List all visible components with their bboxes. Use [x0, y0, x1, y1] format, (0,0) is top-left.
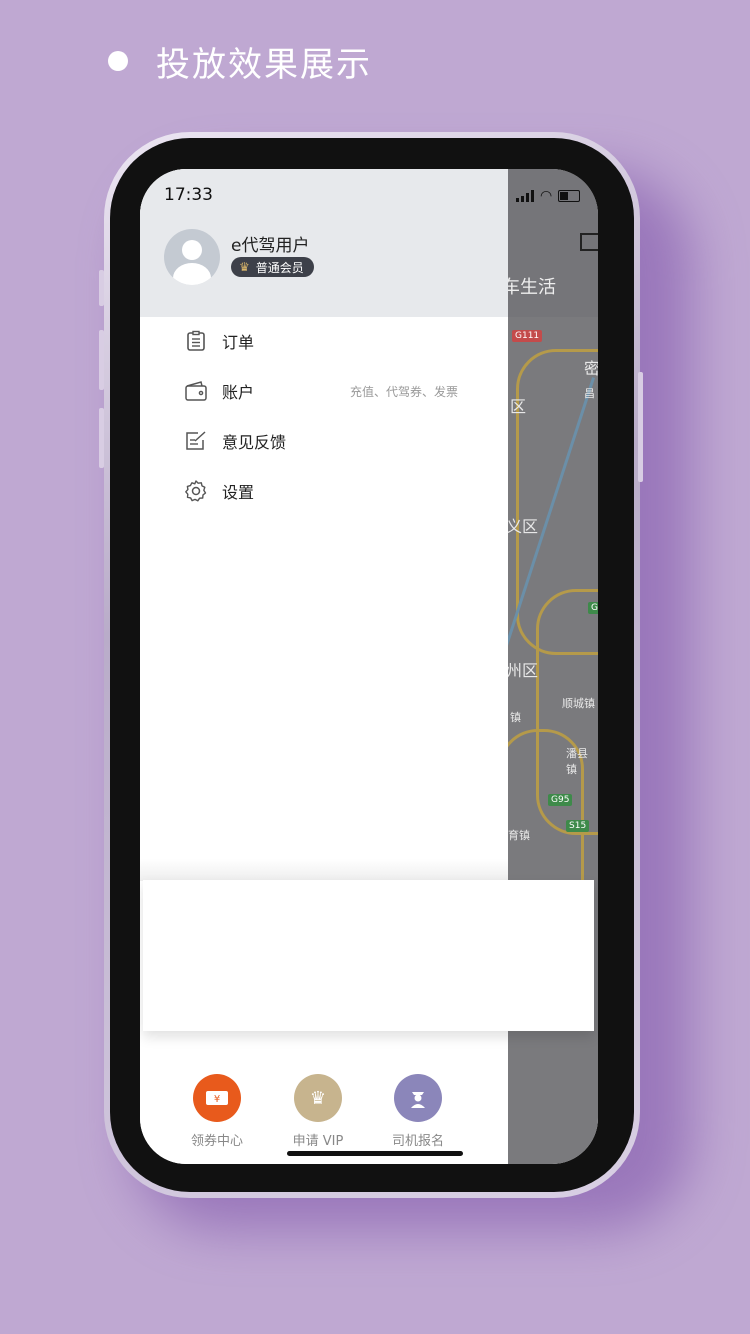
map-label: 州区 — [508, 661, 539, 680]
phone-screen: 车生活 G111 G95 S15 G 密 昌 区 义区 州区 顺城镇 镇 潘县镇… — [140, 169, 598, 1164]
map-label: 顺城镇 — [562, 697, 595, 710]
map-label: 区 — [510, 397, 527, 416]
page-heading: 投放效果展示 — [108, 38, 372, 85]
drawer-fade — [140, 859, 508, 881]
bottom-nav-label: 领券中心 — [190, 1134, 243, 1149]
map-label: 义区 — [508, 517, 539, 536]
avatar[interactable] — [164, 229, 220, 285]
map-shield: G111 — [512, 330, 543, 342]
signal-icon — [516, 190, 534, 202]
map-label: 昌 — [584, 387, 595, 400]
bottom-nav-label: 申请 VIP — [292, 1134, 344, 1149]
list-icon — [184, 329, 208, 353]
side-button — [638, 372, 643, 482]
coupon-icon: ¥ — [193, 1074, 241, 1122]
wifi-icon: ◠ — [540, 188, 553, 204]
map-label: 密 — [584, 359, 598, 378]
map-header-text: 车生活 — [508, 277, 556, 298]
crown-icon: ♛ — [239, 260, 250, 274]
wallet-icon — [184, 379, 208, 403]
user-name[interactable]: e代驾用户 — [231, 231, 309, 256]
blank-overlay-card — [143, 880, 594, 1031]
bottom-nav-label: 司机报名 — [391, 1134, 444, 1149]
menu-item-label: 账户 — [222, 383, 255, 402]
side-button — [99, 408, 104, 468]
menu-item-label: 意见反馈 — [222, 433, 287, 452]
driver-icon — [394, 1074, 442, 1122]
member-badge-label: 普通会员 — [255, 260, 304, 275]
heading-title: 投放效果展示 — [156, 44, 372, 85]
menu-item-hint: 充值、代驾券、发票 — [349, 384, 458, 399]
bottom-nav-vip[interactable]: ♛ 申请 VIP — [278, 1074, 358, 1149]
menu-item-label: 订单 — [222, 333, 255, 352]
map-shield: G — [588, 602, 598, 614]
map-shield: G95 — [548, 794, 573, 806]
message-icon[interactable] — [580, 233, 598, 251]
side-button — [99, 330, 104, 390]
bullet-dot — [108, 51, 128, 71]
map-label: 潘县镇 — [566, 747, 588, 776]
map-label: 镇 — [510, 711, 521, 724]
avatar-head — [182, 240, 202, 260]
avatar-body — [173, 263, 211, 285]
menu-item-orders[interactable]: 订单 — [140, 316, 508, 366]
battery-icon — [558, 190, 581, 202]
crown-icon: ♛ — [294, 1074, 342, 1122]
menu-item-settings[interactable]: 设置 — [140, 466, 508, 516]
status-icons: ◠ — [516, 187, 581, 205]
bottom-nav-coupons[interactable]: ¥ 领券中心 — [177, 1074, 257, 1149]
home-indicator[interactable] — [287, 1151, 463, 1156]
menu-item-account[interactable]: 账户 充值、代驾券、发票 — [140, 366, 508, 416]
drawer-header: 17:33 e代驾用户 ♛ 普通会员 — [140, 169, 508, 317]
map-label: 育镇 — [508, 829, 530, 842]
svg-text:¥: ¥ — [214, 1094, 220, 1105]
bottom-nav-driver[interactable]: 司机报名 — [378, 1074, 458, 1149]
gear-icon — [184, 479, 208, 503]
feedback-icon — [184, 429, 208, 453]
status-time: 17:33 — [164, 185, 213, 205]
side-button — [99, 270, 104, 306]
member-badge[interactable]: ♛ 普通会员 — [231, 257, 314, 277]
menu-item-feedback[interactable]: 意见反馈 — [140, 416, 508, 466]
map-shield: S15 — [566, 820, 590, 832]
menu-item-label: 设置 — [222, 483, 255, 502]
